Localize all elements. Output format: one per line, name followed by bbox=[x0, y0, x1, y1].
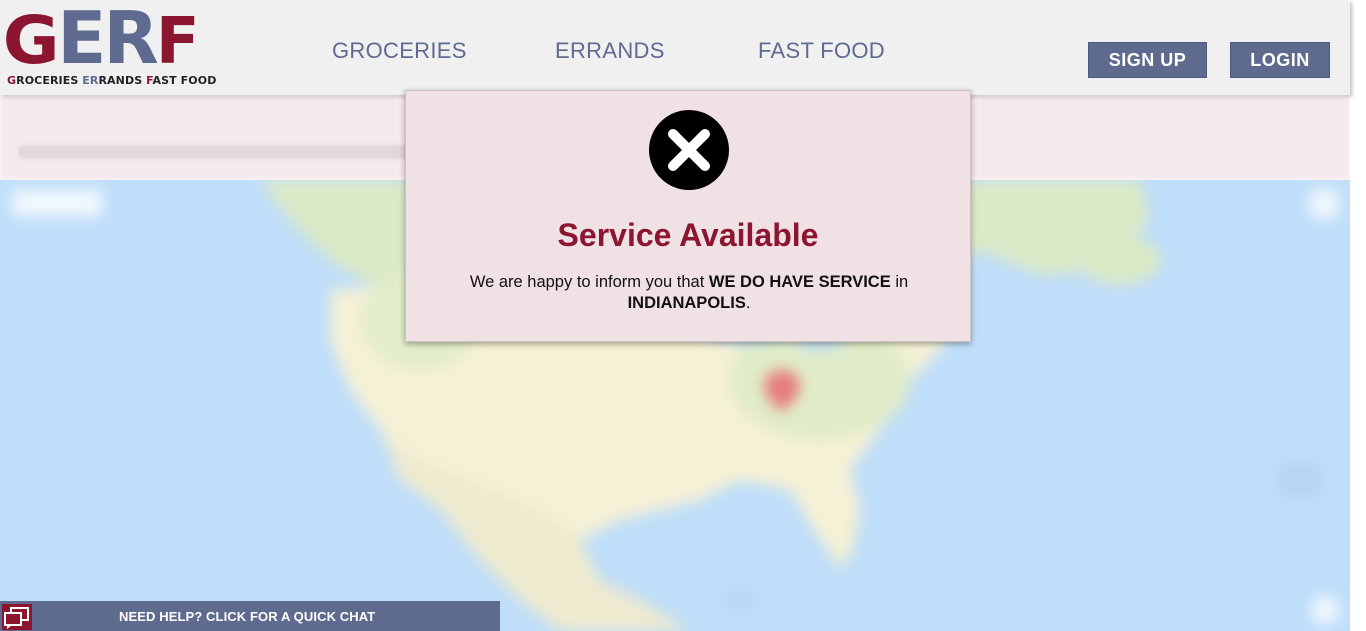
logo-letter-e: E bbox=[57, 0, 106, 80]
nav-fast-food[interactable]: FAST FOOD bbox=[758, 38, 885, 64]
close-circle-icon[interactable] bbox=[649, 110, 729, 190]
quick-chat-label: NEED HELP? CLICK FOR A QUICK CHAT bbox=[119, 609, 376, 624]
logo-wordmark: G E R F bbox=[2, 2, 200, 79]
quick-chat-bar[interactable]: NEED HELP? CLICK FOR A QUICK CHAT bbox=[0, 601, 500, 631]
city-name: INDIANAPOLIS bbox=[627, 294, 746, 312]
page-scrollbar[interactable] bbox=[1350, 0, 1366, 631]
modal-message: We are happy to inform you that WE DO HA… bbox=[469, 273, 909, 312]
banner-text-placeholder bbox=[18, 145, 418, 159]
logo-letter-r: R bbox=[103, 0, 158, 80]
chat-bubbles-icon bbox=[2, 604, 32, 630]
logo-letter-f: F bbox=[155, 5, 200, 79]
gerf-logo[interactable]: G E R F GROCERIES ERRANDS FAST FOOD bbox=[2, 2, 217, 90]
sign-up-button[interactable]: SIGN UP bbox=[1088, 42, 1207, 78]
logo-letter-g: G bbox=[2, 2, 60, 79]
logo-tagline: GROCERIES ERRANDS FAST FOOD bbox=[7, 74, 217, 87]
page: G E R F GROCERIES ERRANDS FAST FOOD GROC… bbox=[0, 0, 1366, 631]
modal-title: Service Available bbox=[557, 217, 819, 253]
nav-errands[interactable]: ERRANDS bbox=[555, 38, 665, 64]
login-button[interactable]: LOGIN bbox=[1230, 42, 1330, 78]
site-header: G E R F GROCERIES ERRANDS FAST FOOD GROC… bbox=[0, 0, 1350, 95]
nav-groceries[interactable]: GROCERIES bbox=[332, 38, 467, 64]
service-availability-modal: Service Available We are happy to inform… bbox=[405, 90, 971, 342]
